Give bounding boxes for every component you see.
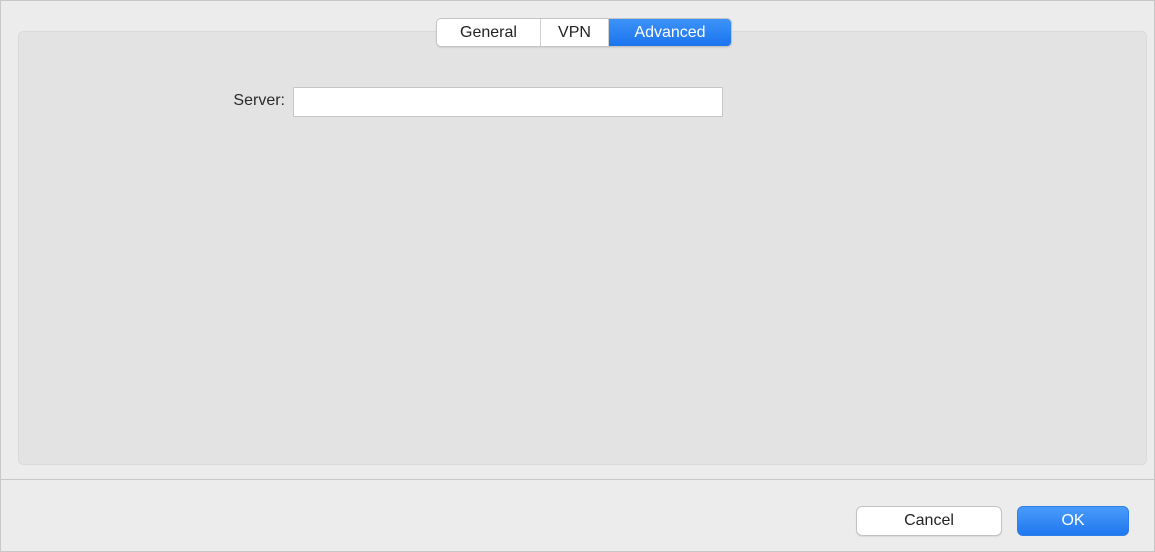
cancel-button[interactable]: Cancel [856, 506, 1002, 536]
vpn-settings-dialog: General VPN Advanced Server: Cancel OK [0, 0, 1155, 552]
tab-vpn[interactable]: VPN [541, 19, 609, 46]
tab-bar: General VPN Advanced [436, 18, 732, 47]
tab-advanced[interactable]: Advanced [609, 19, 731, 46]
server-label: Server: [233, 92, 285, 109]
server-input[interactable] [293, 87, 723, 117]
footer-divider [1, 479, 1155, 480]
tab-general[interactable]: General [437, 19, 541, 46]
ok-button[interactable]: OK [1017, 506, 1129, 536]
